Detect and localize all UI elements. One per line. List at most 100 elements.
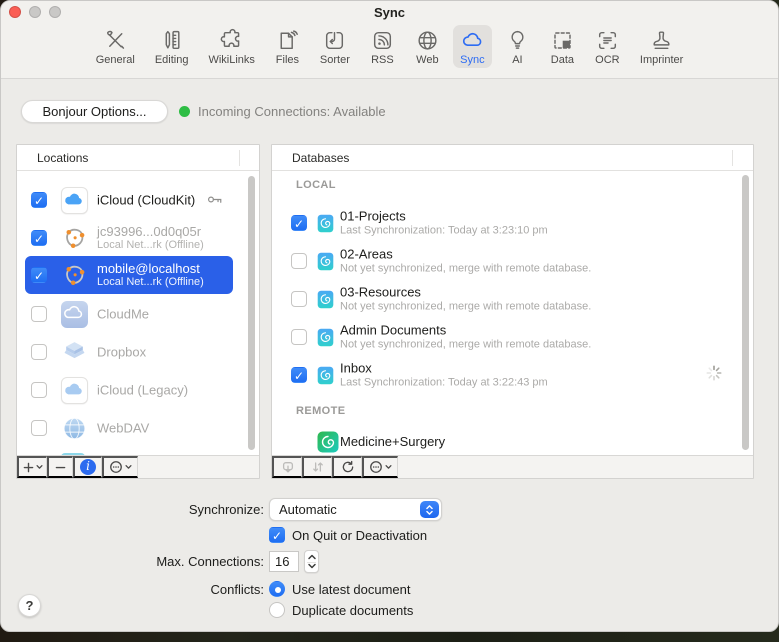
- toolbar-item-rss[interactable]: RSS: [363, 25, 402, 68]
- chevron-down-icon: [36, 464, 43, 470]
- toolbar-item-wikilinks[interactable]: WikiLinks: [201, 25, 261, 68]
- toolbar-item-general[interactable]: General: [89, 25, 142, 68]
- dropbox-icon: [61, 339, 88, 366]
- location-row-jc93996[interactable]: jc93996...0d0q05r Local Net...rk (Offlin…: [25, 220, 233, 256]
- info-button[interactable]: i: [73, 456, 102, 478]
- conflicts-radio-latest[interactable]: [269, 581, 285, 597]
- checkbox[interactable]: [31, 230, 47, 246]
- location-name: jc93996...0d0q05r: [97, 224, 204, 239]
- location-name: CloudMe: [97, 307, 149, 322]
- network-node-icon: [61, 225, 88, 252]
- synchronize-value: Automatic: [279, 502, 337, 517]
- location-name: WebDAV: [97, 421, 149, 436]
- preferences-window: Sync General Editing WikiLinks Files Sor…: [0, 0, 779, 632]
- location-row-cloudme[interactable]: CloudMe: [25, 296, 233, 332]
- location-row-dropbox[interactable]: Dropbox: [25, 334, 233, 370]
- refresh-button[interactable]: [332, 456, 362, 478]
- help-button[interactable]: ?: [18, 594, 41, 617]
- add-location-button[interactable]: [17, 456, 47, 478]
- remove-location-button[interactable]: [47, 456, 73, 478]
- conflicts-radio-duplicate[interactable]: [269, 602, 285, 618]
- toolbar-item-sync[interactable]: Sync: [453, 25, 492, 68]
- locations-header-label: Locations: [37, 151, 88, 165]
- checkbox[interactable]: [31, 420, 47, 436]
- icloud-legacy-icon: [61, 377, 88, 404]
- database-row-inbox[interactable]: Inbox Last Synchronization: Today at 3:2…: [282, 357, 733, 393]
- toolbar-item-imprinter[interactable]: Imprinter: [633, 25, 690, 68]
- database-status: Last Synchronization: Today at 3:22:43 p…: [340, 377, 548, 390]
- upload-download-button[interactable]: [302, 456, 332, 478]
- toolbar-item-files[interactable]: Files: [268, 25, 307, 68]
- preferences-toolbar: General Editing WikiLinks Files Sorter R…: [1, 25, 778, 68]
- key-icon: [207, 193, 223, 206]
- puzzle-icon: [219, 28, 244, 53]
- checkbox[interactable]: [31, 306, 47, 322]
- pencil-ruler-icon: [159, 28, 184, 53]
- databases-scrollbar[interactable]: [742, 175, 749, 450]
- cloudme-icon: [61, 301, 88, 328]
- location-name: iCloud (Legacy): [97, 383, 188, 398]
- max-connections-stepper[interactable]: [304, 550, 319, 573]
- toolbar-item-sorter[interactable]: Sorter: [313, 25, 357, 68]
- location-row-mobile-localhost[interactable]: mobile@localhost Local Net...rk (Offline…: [25, 256, 233, 294]
- database-row-01-projects[interactable]: 01-Projects Last Synchronization: Today …: [282, 205, 733, 241]
- checkbox[interactable]: [31, 344, 47, 360]
- synchronize-label: Synchronize:: [1, 502, 264, 517]
- selection-box-icon: [550, 28, 575, 53]
- toolbar-item-editing[interactable]: Editing: [148, 25, 196, 68]
- location-row-icloud-legacy[interactable]: iCloud (Legacy): [25, 372, 233, 408]
- location-status: Local Net...rk (Offline): [97, 276, 204, 289]
- location-name: Dropbox: [97, 345, 146, 360]
- database-row-02-areas[interactable]: 02-Areas Not yet synchronized, merge wit…: [282, 243, 733, 279]
- database-icon: [317, 214, 334, 238]
- ocr-text-icon: [595, 28, 620, 53]
- location-row-icloud-cloudkit[interactable]: iCloud (CloudKit): [25, 182, 233, 218]
- incoming-connections-status: Incoming Connections: Available: [198, 104, 386, 119]
- toolbar-item-ocr[interactable]: OCR: [588, 25, 627, 68]
- status-dot-icon: [179, 106, 190, 117]
- toolbar-item-web[interactable]: Web: [408, 25, 447, 68]
- checkbox[interactable]: [31, 192, 47, 208]
- location-row-partial[interactable]: [25, 448, 233, 455]
- chevron-down-icon: [125, 464, 132, 470]
- toolbar-item-ai[interactable]: AI: [498, 25, 537, 68]
- databases-footer-toolbar: [272, 455, 753, 478]
- location-name: mobile@localhost: [97, 261, 204, 276]
- database-row-03-resources[interactable]: 03-Resources Not yet synchronized, merge…: [282, 281, 733, 317]
- checkbox[interactable]: [291, 253, 307, 269]
- database-name: Inbox: [340, 361, 548, 377]
- toolbar-item-data[interactable]: Data: [543, 25, 582, 68]
- locations-list: iCloud (CloudKit) jc93996...0d0q05r Loca…: [17, 171, 259, 455]
- database-row-medicine-surgery[interactable]: Medicine+Surgery: [282, 427, 733, 455]
- location-row-webdav[interactable]: WebDAV: [25, 410, 233, 446]
- database-name: 03-Resources: [340, 285, 591, 301]
- globe-icon: [415, 28, 440, 53]
- databases-header-label: Databases: [292, 151, 349, 165]
- checkbox[interactable]: [291, 367, 307, 383]
- location-actions-button[interactable]: [102, 456, 138, 478]
- up-down-arrows-icon: [311, 460, 325, 474]
- database-actions-button[interactable]: [362, 456, 398, 478]
- databases-panel: Databases LOCAL 01-Projects Last Synchro…: [271, 144, 754, 479]
- window-title: Sync: [1, 5, 778, 20]
- conflicts-option-latest-label: Use latest document: [292, 582, 411, 597]
- cloud-sync-icon: [460, 28, 485, 53]
- checkbox[interactable]: [31, 267, 47, 283]
- database-row-admin-documents[interactable]: Admin Documents Not yet synchronized, me…: [282, 319, 733, 355]
- window-chrome: Sync General Editing WikiLinks Files Sor…: [1, 1, 778, 79]
- bonjour-options-button[interactable]: Bonjour Options...: [21, 100, 168, 123]
- synchronize-popup[interactable]: Automatic: [269, 498, 442, 521]
- database-status: Not yet synchronized, merge with remote …: [340, 339, 591, 352]
- lightbulb-icon: [505, 28, 530, 53]
- checkbox[interactable]: [291, 291, 307, 307]
- import-database-button[interactable]: [272, 456, 302, 478]
- on-quit-checkbox[interactable]: [269, 527, 285, 543]
- plus-icon: [23, 462, 34, 473]
- checkbox[interactable]: [31, 382, 47, 398]
- checkbox[interactable]: [291, 329, 307, 345]
- locations-scrollbar[interactable]: [248, 176, 255, 450]
- checkbox[interactable]: [291, 215, 307, 231]
- databases-list: LOCAL 01-Projects Last Synchronization: …: [272, 171, 753, 455]
- max-connections-field[interactable]: [269, 551, 299, 572]
- location-status: Local Net...rk (Offline): [97, 239, 204, 252]
